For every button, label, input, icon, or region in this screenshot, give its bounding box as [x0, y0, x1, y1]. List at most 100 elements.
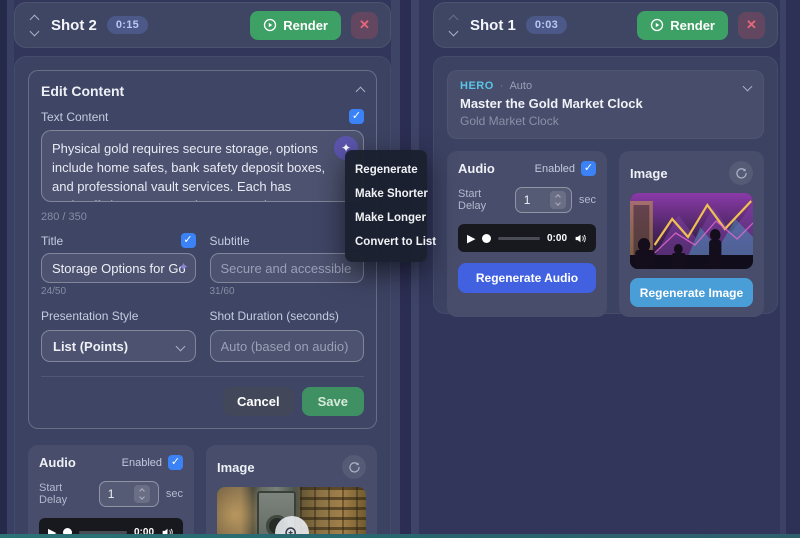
play-circle-icon: [263, 18, 277, 32]
shot2-image-panel: Image Regenerate Image: [206, 445, 377, 538]
ai-context-menu: Regenerate Make Shorter Make Longer Conv…: [345, 150, 427, 262]
cancel-button[interactable]: Cancel: [223, 387, 294, 416]
seek-knob[interactable]: [482, 234, 491, 243]
stepper-control[interactable]: [134, 485, 150, 503]
presentation-style-label: Presentation Style: [41, 309, 138, 323]
audio-enabled-checkbox[interactable]: ✓: [581, 161, 596, 176]
shot2-delete-button[interactable]: ✕: [351, 12, 378, 39]
stepper-control[interactable]: [550, 191, 566, 209]
start-delay-row: Start Delay sec: [458, 187, 596, 213]
presentation-style-value: List (Points): [53, 339, 128, 354]
edit-content-panel: Edit Content Text Content ✓ Physical gol…: [28, 70, 377, 429]
shot-duration-wrap: [210, 330, 365, 362]
bg-stripe: [7, 0, 14, 538]
audio-time: 0:00: [547, 233, 567, 244]
menu-item-make-longer[interactable]: Make Longer: [345, 206, 427, 230]
shot1-media-row: Audio Enabled ✓ Start Delay sec: [447, 151, 764, 317]
regenerate-image-button[interactable]: Regenerate Image: [630, 278, 753, 307]
title-label-row: Title ✓: [41, 233, 196, 248]
regenerate-audio-button[interactable]: Regenerate Audio: [458, 263, 596, 293]
title-field-group: Title ✓ ✦ 24/50: [41, 233, 196, 297]
shot1-header: Shot 1 0:03 Render ✕: [433, 2, 778, 48]
image-title: Image: [217, 460, 255, 475]
seek-track[interactable]: [498, 237, 540, 240]
subtitle-label-row: Subtitle: [210, 233, 365, 248]
chevron-down-icon[interactable]: [743, 81, 753, 91]
hero-mode: Auto: [509, 80, 532, 92]
shot-duration-input[interactable]: [210, 330, 365, 362]
shot1-title: Shot 1: [470, 17, 516, 34]
shot2-header: Shot 2 0:15 Render ✕: [14, 2, 391, 48]
save-button[interactable]: Save: [302, 387, 364, 416]
text-content-row: Text Content ✓: [41, 109, 364, 124]
audio-enabled-label: Enabled: [535, 163, 575, 175]
subtitle-input-wrap: [210, 253, 365, 283]
chevron-down-icon: [175, 341, 185, 351]
shot1-column: Shot 1 0:03 Render ✕ HERO · Auto Master …: [433, 0, 778, 314]
volume-icon[interactable]: [574, 232, 587, 245]
shot2-reorder: [27, 16, 41, 35]
audio-header: Audio Enabled ✓: [39, 455, 183, 470]
bg-stripe: [786, 0, 800, 538]
start-delay-box: [515, 187, 572, 213]
image-refresh-button[interactable]: [342, 455, 366, 479]
move-down-icon[interactable]: [448, 26, 458, 36]
start-delay-unit: sec: [579, 194, 596, 206]
image-refresh-button[interactable]: [729, 161, 753, 185]
play-icon[interactable]: ▶: [467, 232, 475, 245]
collapse-icon[interactable]: [356, 86, 366, 96]
move-up-icon[interactable]: [448, 14, 458, 24]
close-icon: ✕: [359, 17, 370, 33]
menu-item-regenerate[interactable]: Regenerate: [345, 158, 427, 182]
start-delay-box: [99, 481, 159, 507]
shot1-audio-panel: Audio Enabled ✓ Start Delay sec: [447, 151, 607, 317]
style-duration-grid: Presentation Style List (Points) Shot Du…: [41, 307, 364, 362]
trading-chart-image[interactable]: [630, 193, 753, 269]
menu-item-convert-to-list[interactable]: Convert to List: [345, 230, 427, 254]
start-delay-row: Start Delay sec: [39, 481, 183, 507]
refresh-icon: [735, 167, 748, 180]
title-checkbox[interactable]: ✓: [181, 233, 196, 248]
menu-item-make-shorter[interactable]: Make Shorter: [345, 182, 427, 206]
shot-duration-label: Shot Duration (seconds): [210, 309, 339, 323]
edit-actions: Cancel Save: [41, 387, 364, 416]
shot2-audio-panel: Audio Enabled ✓ Start Delay sec: [28, 445, 194, 538]
refresh-icon: [348, 461, 361, 474]
title-subtitle-grid: Title ✓ ✦ 24/50 Subtitle: [41, 233, 364, 297]
bg-stripe: [411, 0, 419, 538]
start-delay-input[interactable]: [516, 193, 550, 207]
title-input[interactable]: [41, 253, 196, 283]
audio-player: ▶ 0:00: [458, 224, 596, 252]
render-label: Render: [670, 18, 715, 33]
vault-image-detail: [300, 487, 366, 538]
shot2-card: Edit Content Text Content ✓ Physical gol…: [14, 56, 391, 538]
hero-bar[interactable]: HERO · Auto Master the Gold Market Clock…: [447, 70, 764, 139]
shot2-title: Shot 2: [51, 17, 97, 34]
start-delay-label: Start Delay: [39, 482, 92, 506]
start-delay-unit: sec: [166, 488, 183, 500]
move-down-icon[interactable]: [29, 26, 39, 36]
text-content-checkbox[interactable]: ✓: [349, 109, 364, 124]
audio-enabled-checkbox[interactable]: ✓: [168, 455, 183, 470]
vault-image[interactable]: [217, 487, 366, 538]
sparkle-icon[interactable]: ✦: [178, 260, 188, 274]
edit-content-header: Edit Content: [41, 83, 364, 99]
audio-header: Audio Enabled ✓: [458, 161, 596, 176]
column-divider: [400, 0, 411, 538]
bg-stripe: [391, 0, 400, 538]
start-delay-input[interactable]: [100, 487, 134, 501]
text-content-textarea[interactable]: Physical gold requires secure storage, o…: [41, 130, 364, 202]
shot1-delete-button[interactable]: ✕: [738, 12, 765, 39]
presentation-style-select[interactable]: List (Points): [41, 330, 196, 362]
bg-stripe: [0, 0, 7, 538]
image-title: Image: [630, 166, 668, 181]
shot1-card: HERO · Auto Master the Gold Market Clock…: [433, 56, 778, 314]
shot1-render-button[interactable]: Render: [637, 11, 728, 40]
move-up-icon[interactable]: [29, 14, 39, 24]
timeline-edge-strip: [0, 534, 800, 538]
subtitle-field-group: Subtitle 31/60: [210, 233, 365, 297]
stepper-down-icon: [139, 494, 145, 500]
subtitle-input[interactable]: [210, 253, 365, 283]
shot2-render-button[interactable]: Render: [250, 11, 341, 40]
shot2-media-row: Audio Enabled ✓ Start Delay sec: [28, 445, 377, 538]
